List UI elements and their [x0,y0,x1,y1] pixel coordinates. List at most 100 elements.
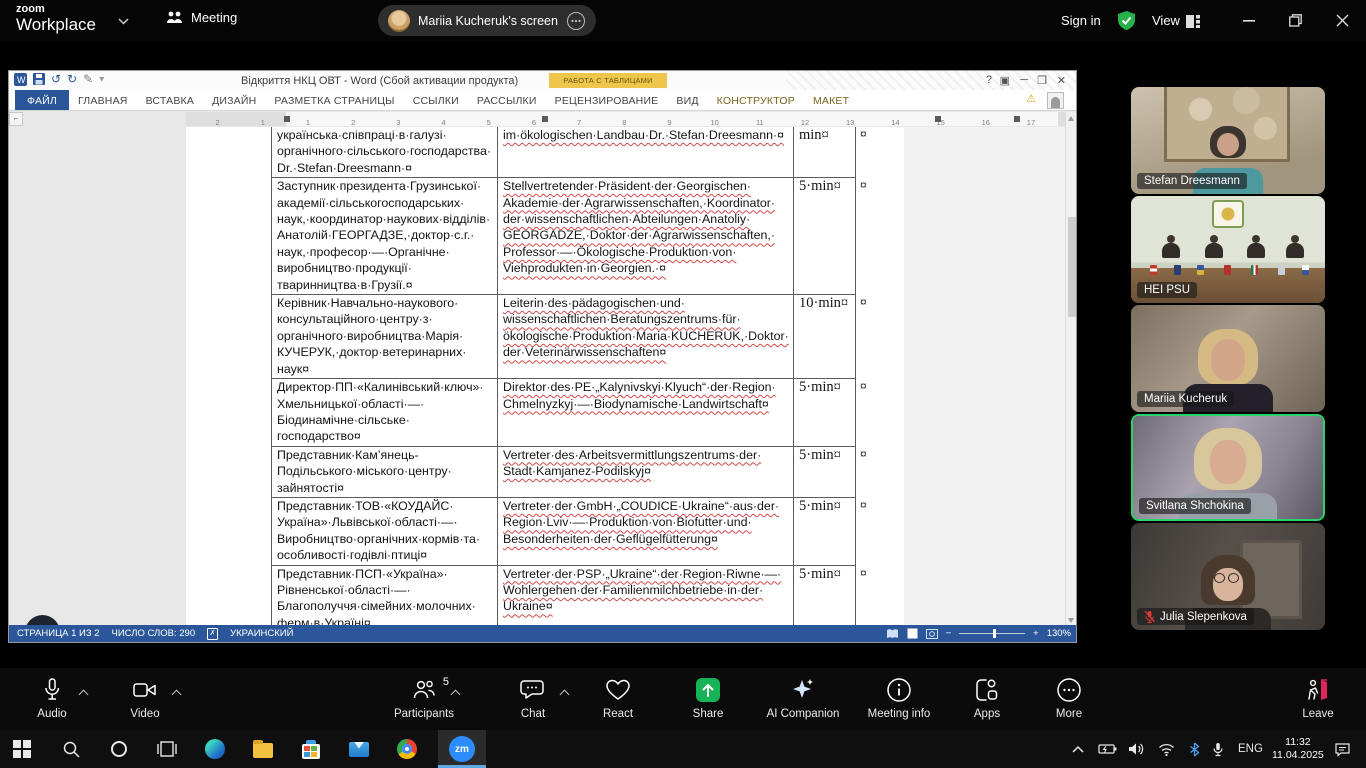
read-mode-icon[interactable] [886,629,899,639]
tab-selector-box[interactable]: ⌐ [9,112,23,126]
apps-button[interactable]: Apps [944,675,1030,720]
mail-icon[interactable] [347,737,371,761]
cell-ukrainian[interactable]: Представник·​Кам’янець-Подільського·​міс… [271,447,498,498]
cell-ukrainian[interactable]: Представник·​ТОВ·​«КОУДАЙС·​Україна»·​Ль… [271,498,498,566]
indent-marker[interactable] [284,116,290,122]
zoom-slider-thumb[interactable] [993,629,996,638]
microsoft-store-icon[interactable] [299,737,323,761]
audio-options-caret[interactable] [79,690,89,700]
cell-duration[interactable]: 10·​min¤ [794,295,856,379]
ribbon-tab[interactable]: РАЗМЕТКА СТРАНИЦЫ [265,90,403,110]
video-button[interactable]: Video [102,675,188,720]
cell-german[interactable]: Vertreter·​der·​PSP·​„Ukraine“·​der·​Reg… [498,566,794,627]
table-row[interactable]: Керівник·​Навчально-наукового·​консульта… [271,295,891,379]
qat-caret-icon[interactable]: ▾ [99,74,104,85]
activation-warning-icon[interactable]: ⚠ [1026,92,1036,105]
cell-ukrainian[interactable]: Керівник·​Навчально-наукового·​консульта… [271,295,498,379]
view-button[interactable]: View [1152,13,1180,28]
zoom-percent[interactable]: 130% [1047,628,1071,639]
start-button[interactable] [10,737,34,761]
ribbon-tab[interactable]: ССЫЛКИ [404,90,468,110]
participants-options-caret[interactable] [451,690,461,700]
clock[interactable]: 11:3211.04.2025 [1272,730,1324,768]
tab-meeting[interactable]: Meeting [166,10,237,25]
word-help-icon[interactable]: ? [986,74,992,86]
ribbon-tab[interactable]: ВСТАВКА [137,90,203,110]
participant-tile-hei-psu[interactable]: HEI PSU [1131,196,1325,303]
restore-window-icon[interactable] [1289,14,1302,27]
word-title-bar[interactable]: W ↺ ↻ ✎ ▾ Відкриття НКЦ ОВТ - Word (Сбой… [9,71,1076,90]
contextual-ribbon-tab[interactable]: МАКЕТ [804,90,858,110]
shared-screen-pill[interactable]: Mariia Kucheruk's screen [378,5,596,36]
security-shield-icon[interactable] [1116,10,1137,31]
cell-duration[interactable]: 5·​min¤ [794,566,856,627]
scroll-up-arrow[interactable] [1068,116,1074,121]
cell-ukrainian[interactable]: Директор·​ПП·​«Калинівський·​ключ»·​Хмел… [271,379,498,447]
volume-icon[interactable] [1128,730,1145,768]
participants-button[interactable]: 5 Participants [381,675,467,720]
keyboard-language[interactable]: ENG [1238,730,1263,768]
participant-tile-stefan[interactable]: Stefan Dreesmann [1131,87,1325,194]
minimize-window-icon[interactable] [1243,20,1255,22]
close-window-icon[interactable] [1336,14,1349,27]
vertical-scrollbar[interactable] [1065,112,1076,627]
action-center-icon[interactable] [1335,730,1352,768]
scrollbar-thumb[interactable] [1068,217,1076,317]
cell-german[interactable]: Direktor·​des·​PE·​„Kalynivskyi·​Klyuch“… [498,379,794,447]
participant-tile-mariia[interactable]: Mariia Kucheruk [1131,305,1325,412]
cell-german[interactable]: im·​ökologischen·​Landbau·​Dr.·​Stefan·​… [498,127,794,178]
document-canvas[interactable]: українська·​співпраці·​в·​галузі·​органі… [9,127,1077,627]
sign-in-button[interactable]: Sign in [1061,13,1101,28]
table-row[interactable]: Представник·​ТОВ·​«КОУДАЙС·​Україна»·​Ль… [271,498,891,566]
column-marker[interactable] [542,116,548,122]
ai-companion-button[interactable]: AI Companion [760,675,846,720]
contextual-ribbon-tab[interactable]: КОНСТРУКТОР [708,90,804,110]
ribbon-tab[interactable]: ГЛАВНАЯ [69,90,137,110]
zoom-out-button[interactable]: − [946,628,952,639]
proofing-status-icon[interactable]: ✗ [207,628,218,640]
cell-german[interactable]: Vertreter·​der·​GmbH·​„COUDICE·​Ukraine“… [498,498,794,566]
ribbon-options-icon[interactable]: ▣ [1000,74,1010,87]
ribbon-tab[interactable]: ДИЗАЙН [203,90,265,110]
cell-duration[interactable]: min¤ [794,127,856,178]
ribbon-tab[interactable]: ВИД [667,90,707,110]
undo-icon[interactable]: ↺ [51,72,61,86]
table-row[interactable]: українська·​співпраці·​в·​галузі·​органі… [271,127,891,178]
chat-button[interactable]: Chat [490,675,576,720]
cell-german[interactable]: Stellvertretender·​Präsident·​der·​Georg… [498,178,794,295]
cell-ukrainian[interactable]: українська·​співпраці·​в·​галузі·​органі… [271,127,498,178]
edge-icon[interactable] [203,737,227,761]
search-icon[interactable] [59,737,83,761]
table-row[interactable]: Представник·​ПСП·​«Україна»·​Рівненської… [271,566,891,627]
cell-duration[interactable]: 5·​min¤ [794,379,856,447]
scroll-down-arrow[interactable] [1068,618,1074,623]
cortana-icon[interactable] [107,737,131,761]
cell-german[interactable]: Vertreter·​des·​Arbeitsvermittlungszentr… [498,447,794,498]
meeting-info-button[interactable]: Meeting info [856,675,942,720]
leave-button[interactable]: Leave [1275,675,1361,720]
cell-duration[interactable]: 5·​min¤ [794,178,856,295]
participant-tile-svitlana-active-speaker[interactable]: Svitlana Shchokina [1131,414,1325,521]
battery-icon[interactable] [1098,730,1118,768]
view-layout-icon[interactable] [1186,15,1201,28]
save-icon[interactable] [33,73,45,85]
account-user-icon[interactable] [1047,92,1064,109]
share-button[interactable]: Share [665,675,751,720]
chat-options-caret[interactable] [560,690,570,700]
ribbon-tab[interactable]: ФАЙЛ [15,90,69,110]
ribbon-tab[interactable]: РЕЦЕНЗИРОВАНИЕ [546,90,668,110]
cell-duration[interactable]: 5·​min¤ [794,498,856,566]
cell-ukrainian[interactable]: Заступник·​президента·​Грузинської·​акад… [271,178,498,295]
zoom-slider[interactable] [959,633,1025,634]
table-row[interactable]: Представник·​Кам’янець-Подільського·​міс… [271,447,891,498]
more-button[interactable]: More [1026,675,1112,720]
chrome-icon[interactable] [395,737,419,761]
word-minimize-icon[interactable]: ─ [1020,74,1028,86]
page-indicator[interactable]: СТРАНИЦА 1 ИЗ 2 [17,628,100,639]
column-marker[interactable] [935,116,941,122]
language-indicator[interactable]: УКРАИНСКИЙ [230,628,293,639]
horizontal-ruler[interactable]: 21123456789101112131415161718 [186,112,1071,126]
video-options-caret[interactable] [172,690,182,700]
audio-button[interactable]: Audio [9,675,95,720]
cell-ukrainian[interactable]: Представник·​ПСП·​«Україна»·​Рівненської… [271,566,498,627]
